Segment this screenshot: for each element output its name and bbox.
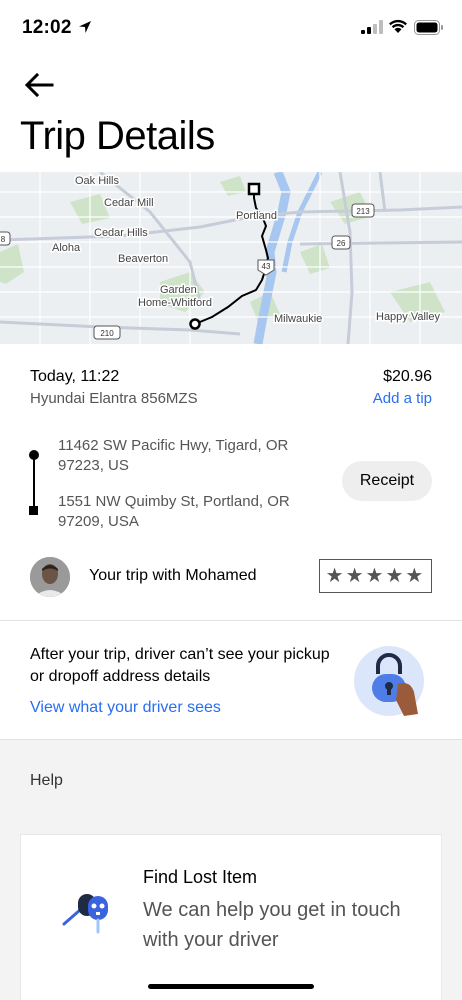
- svg-text:Aloha: Aloha: [52, 242, 81, 254]
- svg-text:213: 213: [356, 207, 370, 216]
- trip-price: $20.96: [383, 368, 432, 385]
- wifi-icon: [389, 19, 407, 33]
- back-arrow-icon[interactable]: [22, 70, 56, 100]
- home-indicator: [148, 984, 314, 989]
- svg-text:Cedar Mill: Cedar Mill: [104, 197, 154, 209]
- svg-text:43: 43: [262, 262, 271, 271]
- lost-item-description: We can help you get in touch with your d…: [143, 899, 401, 951]
- svg-text:Happy Valley: Happy Valley: [376, 311, 440, 323]
- svg-text:Home-Whitford: Home-Whitford: [138, 297, 212, 309]
- svg-text:Portland: Portland: [236, 210, 277, 222]
- svg-text:8: 8: [1, 235, 6, 244]
- svg-text:26: 26: [337, 239, 346, 248]
- map-graphic: 213 26 43 210 8 Oak Hills Cedar Mill Ced…: [0, 172, 462, 344]
- lost-item-title: Find Lost Item: [143, 867, 258, 887]
- view-driver-sees-link[interactable]: View what your driver sees: [30, 699, 221, 717]
- pickup-dot-icon: [29, 450, 39, 460]
- receipt-button[interactable]: Receipt: [342, 461, 432, 501]
- cellular-signal-icon: [361, 20, 383, 34]
- status-time: 12:02: [22, 17, 72, 38]
- page-title: Trip Details: [20, 114, 215, 158]
- driver-avatar: [30, 557, 70, 597]
- svg-text:Oak Hills: Oak Hills: [75, 175, 120, 187]
- svg-text:Garden: Garden: [160, 284, 197, 296]
- rate-driver-stars[interactable]: ★★★★★: [319, 559, 432, 593]
- add-tip-link[interactable]: Add a tip: [373, 390, 432, 407]
- dropoff-square-icon: [29, 506, 38, 515]
- battery-icon: [414, 20, 443, 35]
- pickup-address: 11462 SW Pacific Hwy, Tigard, OR 97223, …: [58, 437, 289, 474]
- svg-text:210: 210: [100, 329, 114, 338]
- car-keys-icon: [62, 894, 108, 934]
- trip-date: Today, 11:22: [30, 368, 120, 385]
- location-arrow-icon: [79, 21, 91, 33]
- vehicle-info: Hyundai Elantra 856MZS: [30, 390, 198, 407]
- svg-text:Beaverton: Beaverton: [118, 253, 168, 265]
- dropoff-address: 1551 NW Quimby St, Portland, OR 97209, U…: [58, 493, 290, 530]
- svg-text:Milwaukie: Milwaukie: [274, 313, 322, 325]
- trip-map[interactable]: 213 26 43 210 8 Oak Hills Cedar Mill Ced…: [0, 172, 462, 344]
- svg-text:Cedar Hills: Cedar Hills: [94, 227, 148, 239]
- section-divider: [0, 620, 462, 621]
- map-top-fade: [0, 160, 462, 174]
- privacy-message: After your trip, driver can’t see your p…: [30, 646, 330, 685]
- padlock-icon: [354, 646, 424, 716]
- route-connector: [33, 452, 35, 512]
- status-bar: 12:02: [0, 0, 462, 56]
- help-heading: Help: [30, 772, 63, 789]
- driver-trip-text: Your trip with Mohamed: [89, 567, 257, 584]
